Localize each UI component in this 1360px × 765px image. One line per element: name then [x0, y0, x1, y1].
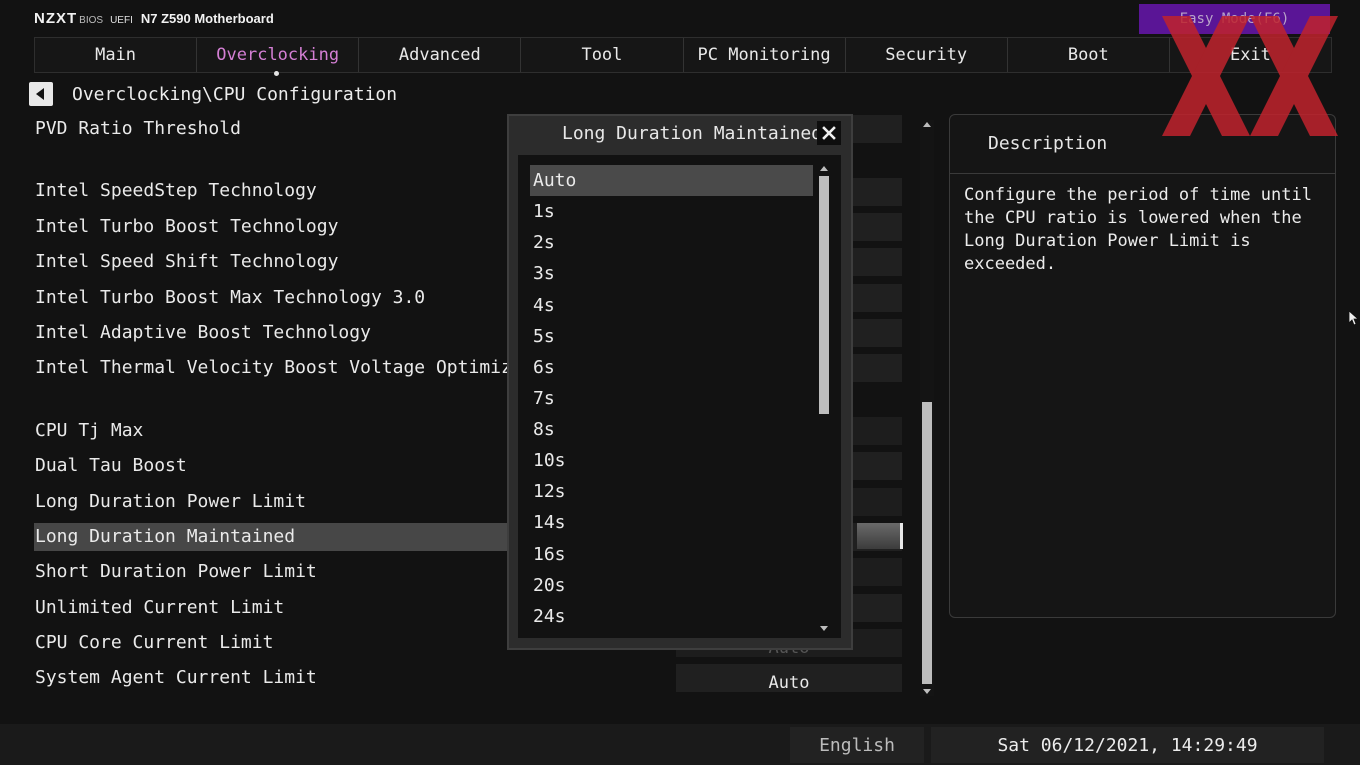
option-14s[interactable]: 14s — [530, 507, 813, 538]
setting-unlimited-current-limit[interactable]: Unlimited Current Limit — [34, 594, 284, 622]
popup-title: Long Duration Maintained — [562, 123, 823, 144]
setting-speedstep[interactable]: Intel SpeedStep Technology — [34, 177, 317, 205]
long-duration-slider[interactable] — [857, 523, 903, 549]
brand-logo: NZXT BIOS UEFI N7 Z590 Motherboard — [34, 10, 274, 28]
main-tabs: Main Overclocking Advanced Tool PC Monit… — [34, 37, 1332, 73]
option-8s[interactable]: 8s — [530, 414, 813, 445]
main-scrollbar[interactable] — [920, 120, 934, 696]
setting-long-duration-maintained[interactable]: Long Duration Maintained — [34, 523, 505, 551]
option-2s[interactable]: 2s — [530, 227, 813, 258]
mouse-cursor-icon — [1349, 311, 1359, 326]
option-24s[interactable]: 24s — [530, 601, 813, 632]
tab-pc-monitoring[interactable]: PC Monitoring — [684, 38, 846, 72]
value-system-agent-current-text: Auto — [768, 673, 810, 693]
description-text: Configure the period of time until the C… — [964, 185, 1312, 274]
brand-name: NZXT — [34, 10, 78, 27]
setting-speed-shift[interactable]: Intel Speed Shift Technology — [34, 248, 338, 276]
setting-tvb-voltage[interactable]: Intel Thermal Velocity Boost Voltage Opt… — [34, 354, 577, 382]
setting-turbo-boost-max[interactable]: Intel Turbo Boost Max Technology 3.0 — [34, 284, 425, 312]
brand-bios: BIOS — [79, 15, 104, 26]
option-1s[interactable]: 1s — [530, 196, 813, 227]
scroll-up-icon[interactable] — [923, 122, 931, 127]
option-4s[interactable]: 4s — [530, 290, 813, 321]
motherboard-model: N7 Z590 Motherboard — [140, 11, 274, 26]
brand-uefi: UEFI — [110, 15, 133, 26]
option-auto[interactable]: Auto — [530, 165, 813, 196]
scrollbar-thumb[interactable] — [922, 402, 932, 684]
watermark-logo — [1162, 16, 1338, 136]
tab-tool[interactable]: Tool — [521, 38, 684, 72]
tab-boot[interactable]: Boot — [1008, 38, 1170, 72]
option-3s[interactable]: 3s — [530, 258, 813, 289]
tab-security[interactable]: Security — [846, 38, 1008, 72]
tab-advanced[interactable]: Advanced — [359, 38, 522, 72]
option-20s[interactable]: 20s — [530, 570, 813, 601]
setting-dual-tau-boost[interactable]: Dual Tau Boost — [34, 452, 187, 480]
setting-cpu-core-current-limit[interactable]: CPU Core Current Limit — [34, 629, 273, 657]
setting-short-duration-power-limit[interactable]: Short Duration Power Limit — [34, 558, 317, 586]
popup-scrollbar[interactable] — [817, 164, 831, 633]
popup-scrollbar-thumb[interactable] — [819, 176, 829, 414]
active-tab-indicator — [274, 71, 279, 76]
close-icon — [822, 126, 836, 140]
option-16s[interactable]: 16s — [530, 539, 813, 570]
scroll-down-icon[interactable] — [923, 689, 931, 694]
setting-long-duration-power-limit[interactable]: Long Duration Power Limit — [34, 488, 306, 516]
setting-turbo-boost[interactable]: Intel Turbo Boost Technology — [34, 213, 338, 241]
datetime-display[interactable]: Sat 06/12/2021, 14:29:49 — [931, 727, 1324, 763]
scroll-down-icon[interactable] — [820, 626, 828, 631]
language-selector[interactable]: English — [790, 727, 924, 763]
breadcrumb: Overclocking\CPU Configuration — [72, 84, 398, 105]
popup-close-button[interactable] — [817, 121, 841, 145]
setting-adaptive-boost[interactable]: Intel Adaptive Boost Technology — [34, 319, 371, 347]
tab-main[interactable]: Main — [35, 38, 198, 72]
option-10s[interactable]: 10s — [530, 445, 813, 476]
option-5s[interactable]: 5s — [530, 321, 813, 352]
setting-system-agent-current-limit[interactable]: System Agent Current Limit — [34, 664, 317, 692]
back-button[interactable] — [29, 82, 53, 106]
option-7s[interactable]: 7s — [530, 383, 813, 414]
setting-cpu-tj-max[interactable]: CPU Tj Max — [34, 417, 143, 445]
option-6s[interactable]: 6s — [530, 352, 813, 383]
back-arrow-icon — [36, 88, 44, 100]
scroll-up-icon[interactable] — [820, 166, 828, 171]
option-12s[interactable]: 12s — [530, 476, 813, 507]
description-title: Description — [988, 133, 1108, 154]
setting-pvd-ratio-threshold[interactable]: PVD Ratio Threshold — [34, 115, 241, 143]
tab-overclocking[interactable]: Overclocking — [197, 38, 360, 72]
